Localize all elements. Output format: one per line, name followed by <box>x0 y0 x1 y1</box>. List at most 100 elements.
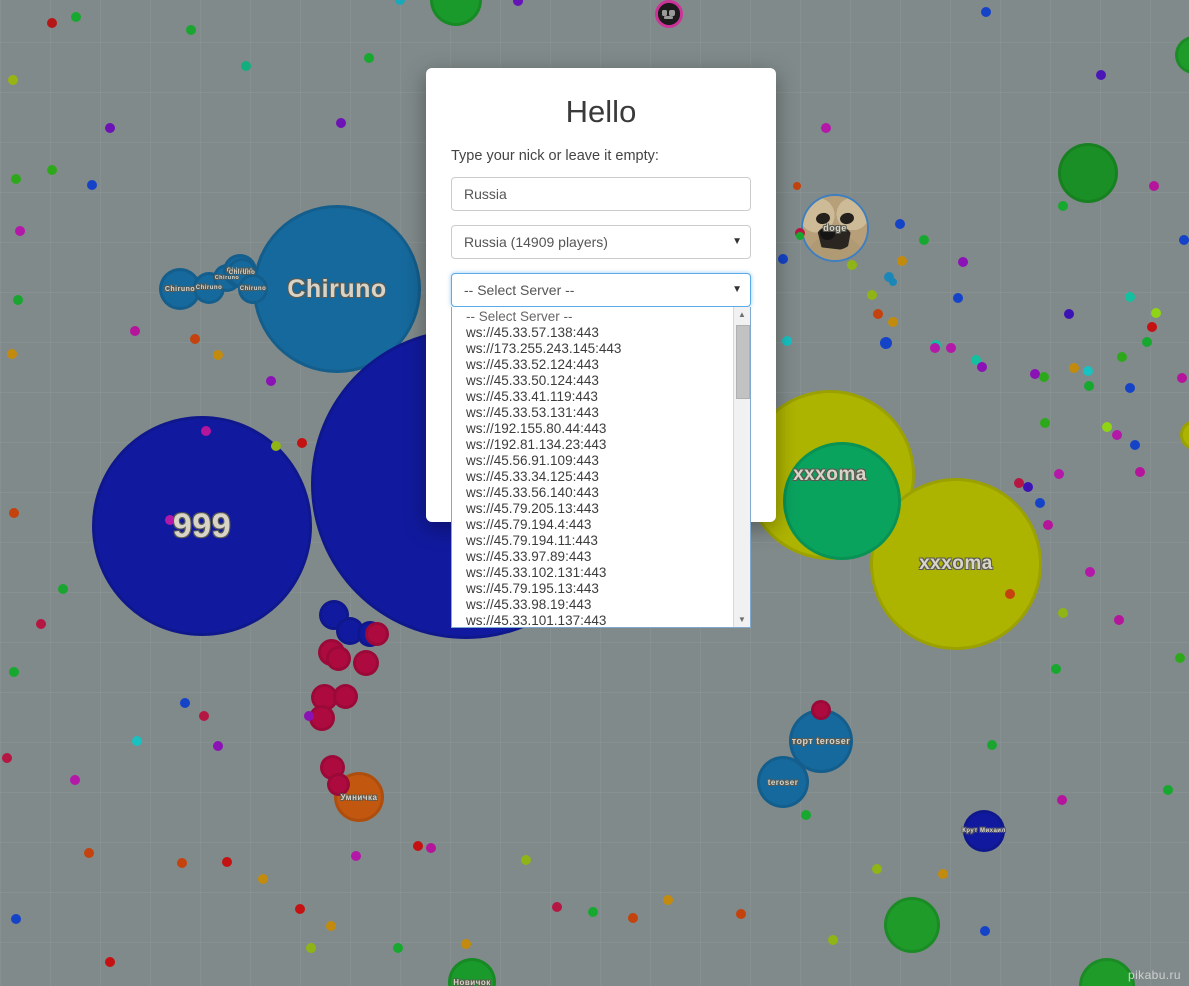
scroll-up-arrow-icon[interactable]: ▲ <box>734 307 750 322</box>
food-pellet <box>11 174 21 184</box>
food-pellet <box>663 895 673 905</box>
food-pellet <box>213 741 223 751</box>
server-option[interactable]: ws://45.33.56.140:443 <box>452 485 733 501</box>
server-option[interactable]: ws://45.79.205.13:443 <box>452 501 733 517</box>
food-pellet <box>981 7 991 17</box>
food-pellet <box>628 913 638 923</box>
food-pellet <box>241 61 251 71</box>
game-cell: Chiruno <box>238 274 268 304</box>
server-option[interactable]: ws://45.33.102.131:443 <box>452 565 733 581</box>
food-pellet <box>980 926 990 936</box>
server-select-value: -- Select Server -- <box>464 282 575 298</box>
food-pellet <box>8 75 18 85</box>
food-pellet <box>1177 373 1187 383</box>
server-option[interactable]: ws://45.33.52.124:443 <box>452 357 733 373</box>
server-option[interactable]: ws://45.33.50.124:443 <box>452 373 733 389</box>
game-cell: doge <box>801 194 869 262</box>
food-pellet <box>84 848 94 858</box>
food-pellet <box>11 914 21 924</box>
food-pellet <box>70 775 80 785</box>
server-option[interactable]: ws://45.79.194.4:443 <box>452 517 733 533</box>
food-pellet <box>461 939 471 949</box>
food-pellet <box>36 619 46 629</box>
food-pellet <box>413 841 423 851</box>
food-pellet <box>271 441 281 451</box>
food-pellet <box>919 235 929 245</box>
server-option[interactable]: ws://45.33.41.119:443 <box>452 389 733 405</box>
server-option[interactable]: ws://192.81.134.23:443 <box>452 437 733 453</box>
food-pellet <box>821 123 831 133</box>
server-option[interactable]: ws://45.33.97.89:443 <box>452 549 733 565</box>
server-option[interactable]: ws://45.33.57.138:443 <box>452 325 733 341</box>
server-option[interactable]: ws://173.255.243.145:443 <box>452 341 733 357</box>
food-pellet <box>351 851 361 861</box>
food-pellet <box>895 219 905 229</box>
food-pellet <box>977 362 987 372</box>
food-pellet <box>1069 363 1079 373</box>
server-option[interactable]: ws://45.33.34.125:443 <box>452 469 733 485</box>
nick-hint-label: Type your nick or leave it empty: <box>451 148 659 164</box>
food-pellet <box>426 843 436 853</box>
food-pellet <box>9 667 19 677</box>
server-option[interactable]: ws://45.33.101.137:443 <box>452 613 733 627</box>
listbox-scrollbar[interactable]: ▲ ▼ <box>733 307 750 627</box>
game-cell <box>811 700 831 720</box>
chevron-down-icon: ▼ <box>732 284 742 295</box>
food-pellet <box>1163 785 1173 795</box>
cell-label: teroser <box>767 777 799 787</box>
food-pellet <box>1130 440 1140 450</box>
food-pellet <box>1102 422 1112 432</box>
food-pellet <box>1040 418 1050 428</box>
food-pellet <box>828 935 838 945</box>
server-option[interactable]: ws://45.33.98.19:443 <box>452 597 733 613</box>
food-pellet <box>958 257 968 267</box>
region-select[interactable]: Russia (14909 players) ▼ <box>451 225 751 259</box>
food-pellet <box>1125 292 1135 302</box>
nick-input[interactable] <box>451 177 751 211</box>
game-cell <box>365 622 389 646</box>
scroll-down-arrow-icon[interactable]: ▼ <box>734 612 750 627</box>
region-select-wrapper[interactable]: Russia (14909 players) ▼ <box>451 225 751 259</box>
food-pellet <box>9 508 19 518</box>
server-options-container[interactable]: -- Select Server -- ws://45.33.57.138:443… <box>452 307 733 627</box>
food-pellet <box>326 921 336 931</box>
game-cell: teroser <box>757 756 809 808</box>
food-pellet <box>47 165 57 175</box>
server-option[interactable]: -- Select Server -- <box>452 309 733 325</box>
food-pellet <box>888 317 898 327</box>
game-cell <box>783 442 901 560</box>
chevron-down-icon: ▼ <box>732 236 742 247</box>
food-pellet <box>588 907 598 917</box>
agario-game-screen: Chiruno Chiruno Chiruno Chiruno Chiruno Chiru… <box>0 0 1189 986</box>
cell-label: Chiruno <box>239 286 267 292</box>
food-pellet <box>1064 309 1074 319</box>
server-option-list[interactable]: -- Select Server -- ws://45.33.57.138:443… <box>451 307 751 628</box>
server-select-wrapper[interactable]: -- Select Server -- ▼ -- Select Server -… <box>451 273 751 628</box>
game-cell <box>1058 143 1118 203</box>
scrollbar-thumb[interactable] <box>736 325 750 399</box>
server-select[interactable]: -- Select Server -- ▼ <box>451 273 751 307</box>
cell-label: Chiruno <box>287 274 387 303</box>
food-pellet <box>1039 372 1049 382</box>
server-option[interactable]: ws://45.33.53.131:443 <box>452 405 733 421</box>
food-pellet <box>801 810 811 820</box>
food-pellet <box>1084 381 1094 391</box>
food-pellet <box>873 309 883 319</box>
game-cell <box>326 646 351 671</box>
food-pellet <box>1057 795 1067 805</box>
server-option[interactable]: ws://192.155.80.44:443 <box>452 421 733 437</box>
cell-label: xxxoma <box>919 553 993 574</box>
region-select-value: Russia (14909 players) <box>464 234 608 250</box>
food-pellet <box>71 12 81 22</box>
food-pellet <box>304 711 314 721</box>
server-option[interactable]: ws://45.79.195.13:443 <box>452 581 733 597</box>
food-pellet <box>778 254 788 264</box>
server-option[interactable]: ws://45.56.91.109:443 <box>452 453 733 469</box>
food-pellet <box>177 858 187 868</box>
food-pellet <box>393 943 403 953</box>
food-pellet <box>1096 70 1106 80</box>
cell-label: Умничка <box>340 792 378 802</box>
game-cell <box>333 684 358 709</box>
server-option[interactable]: ws://45.79.194.11:443 <box>452 533 733 549</box>
food-pellet <box>872 864 882 874</box>
